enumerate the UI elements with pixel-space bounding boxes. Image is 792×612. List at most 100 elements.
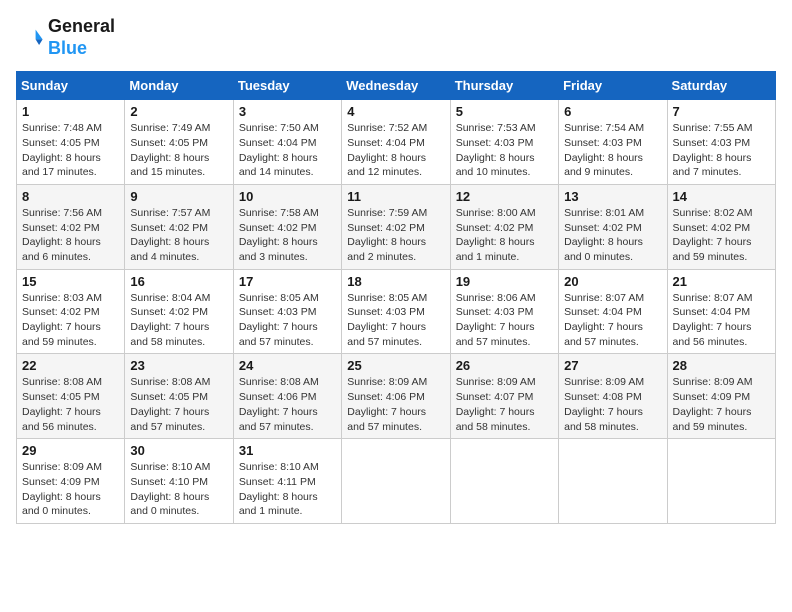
calendar-cell: 19 Sunrise: 8:06 AM Sunset: 4:03 PM Dayl… (450, 269, 558, 354)
day-info: Sunrise: 8:09 AM Sunset: 4:08 PM Dayligh… (564, 375, 661, 434)
day-number: 7 (673, 104, 770, 119)
day-number: 11 (347, 189, 444, 204)
calendar-cell: 13 Sunrise: 8:01 AM Sunset: 4:02 PM Dayl… (559, 184, 667, 269)
calendar-week-row: 29 Sunrise: 8:09 AM Sunset: 4:09 PM Dayl… (17, 439, 776, 524)
calendar-col-header: Monday (125, 72, 233, 100)
day-info: Sunrise: 8:03 AM Sunset: 4:02 PM Dayligh… (22, 291, 119, 350)
day-number: 14 (673, 189, 770, 204)
calendar-col-header: Saturday (667, 72, 775, 100)
calendar-cell: 28 Sunrise: 8:09 AM Sunset: 4:09 PM Dayl… (667, 354, 775, 439)
calendar-cell: 12 Sunrise: 8:00 AM Sunset: 4:02 PM Dayl… (450, 184, 558, 269)
day-number: 15 (22, 274, 119, 289)
day-number: 18 (347, 274, 444, 289)
calendar-cell: 27 Sunrise: 8:09 AM Sunset: 4:08 PM Dayl… (559, 354, 667, 439)
day-number: 16 (130, 274, 227, 289)
day-number: 27 (564, 358, 661, 373)
calendar-cell: 11 Sunrise: 7:59 AM Sunset: 4:02 PM Dayl… (342, 184, 450, 269)
day-number: 3 (239, 104, 336, 119)
day-number: 12 (456, 189, 553, 204)
day-info: Sunrise: 8:08 AM Sunset: 4:05 PM Dayligh… (130, 375, 227, 434)
day-info: Sunrise: 8:07 AM Sunset: 4:04 PM Dayligh… (673, 291, 770, 350)
day-info: Sunrise: 8:07 AM Sunset: 4:04 PM Dayligh… (564, 291, 661, 350)
day-number: 17 (239, 274, 336, 289)
day-number: 20 (564, 274, 661, 289)
day-number: 21 (673, 274, 770, 289)
calendar-cell: 25 Sunrise: 8:09 AM Sunset: 4:06 PM Dayl… (342, 354, 450, 439)
calendar-cell: 8 Sunrise: 7:56 AM Sunset: 4:02 PM Dayli… (17, 184, 125, 269)
calendar-cell: 26 Sunrise: 8:09 AM Sunset: 4:07 PM Dayl… (450, 354, 558, 439)
calendar-cell: 7 Sunrise: 7:55 AM Sunset: 4:03 PM Dayli… (667, 100, 775, 185)
day-info: Sunrise: 8:09 AM Sunset: 4:07 PM Dayligh… (456, 375, 553, 434)
calendar-cell: 23 Sunrise: 8:08 AM Sunset: 4:05 PM Dayl… (125, 354, 233, 439)
calendar-cell: 29 Sunrise: 8:09 AM Sunset: 4:09 PM Dayl… (17, 439, 125, 524)
calendar-col-header: Tuesday (233, 72, 341, 100)
calendar-cell (342, 439, 450, 524)
day-number: 10 (239, 189, 336, 204)
calendar-cell: 24 Sunrise: 8:08 AM Sunset: 4:06 PM Dayl… (233, 354, 341, 439)
calendar-week-row: 15 Sunrise: 8:03 AM Sunset: 4:02 PM Dayl… (17, 269, 776, 354)
day-info: Sunrise: 7:49 AM Sunset: 4:05 PM Dayligh… (130, 121, 227, 180)
day-number: 25 (347, 358, 444, 373)
day-info: Sunrise: 8:05 AM Sunset: 4:03 PM Dayligh… (347, 291, 444, 350)
day-number: 6 (564, 104, 661, 119)
day-number: 1 (22, 104, 119, 119)
day-number: 5 (456, 104, 553, 119)
day-info: Sunrise: 8:10 AM Sunset: 4:10 PM Dayligh… (130, 460, 227, 519)
day-info: Sunrise: 7:48 AM Sunset: 4:05 PM Dayligh… (22, 121, 119, 180)
day-number: 30 (130, 443, 227, 458)
day-number: 28 (673, 358, 770, 373)
day-info: Sunrise: 8:05 AM Sunset: 4:03 PM Dayligh… (239, 291, 336, 350)
calendar-cell: 4 Sunrise: 7:52 AM Sunset: 4:04 PM Dayli… (342, 100, 450, 185)
day-info: Sunrise: 7:54 AM Sunset: 4:03 PM Dayligh… (564, 121, 661, 180)
calendar-cell: 2 Sunrise: 7:49 AM Sunset: 4:05 PM Dayli… (125, 100, 233, 185)
calendar-cell: 5 Sunrise: 7:53 AM Sunset: 4:03 PM Dayli… (450, 100, 558, 185)
day-info: Sunrise: 8:00 AM Sunset: 4:02 PM Dayligh… (456, 206, 553, 265)
calendar-cell: 21 Sunrise: 8:07 AM Sunset: 4:04 PM Dayl… (667, 269, 775, 354)
calendar-col-header: Sunday (17, 72, 125, 100)
logo: General Blue (16, 16, 115, 59)
day-number: 26 (456, 358, 553, 373)
day-number: 4 (347, 104, 444, 119)
day-info: Sunrise: 7:56 AM Sunset: 4:02 PM Dayligh… (22, 206, 119, 265)
calendar-cell: 17 Sunrise: 8:05 AM Sunset: 4:03 PM Dayl… (233, 269, 341, 354)
day-info: Sunrise: 8:09 AM Sunset: 4:09 PM Dayligh… (673, 375, 770, 434)
logo-text: General Blue (48, 16, 115, 59)
day-info: Sunrise: 7:52 AM Sunset: 4:04 PM Dayligh… (347, 121, 444, 180)
calendar-cell: 31 Sunrise: 8:10 AM Sunset: 4:11 PM Dayl… (233, 439, 341, 524)
calendar-header-row: SundayMondayTuesdayWednesdayThursdayFrid… (17, 72, 776, 100)
calendar-col-header: Thursday (450, 72, 558, 100)
day-info: Sunrise: 7:55 AM Sunset: 4:03 PM Dayligh… (673, 121, 770, 180)
day-info: Sunrise: 8:09 AM Sunset: 4:06 PM Dayligh… (347, 375, 444, 434)
calendar-cell: 9 Sunrise: 7:57 AM Sunset: 4:02 PM Dayli… (125, 184, 233, 269)
day-number: 24 (239, 358, 336, 373)
day-info: Sunrise: 7:59 AM Sunset: 4:02 PM Dayligh… (347, 206, 444, 265)
day-info: Sunrise: 8:08 AM Sunset: 4:06 PM Dayligh… (239, 375, 336, 434)
day-info: Sunrise: 7:58 AM Sunset: 4:02 PM Dayligh… (239, 206, 336, 265)
calendar-cell: 3 Sunrise: 7:50 AM Sunset: 4:04 PM Dayli… (233, 100, 341, 185)
calendar-col-header: Wednesday (342, 72, 450, 100)
calendar-cell: 18 Sunrise: 8:05 AM Sunset: 4:03 PM Dayl… (342, 269, 450, 354)
calendar-cell (450, 439, 558, 524)
day-number: 31 (239, 443, 336, 458)
calendar-cell: 14 Sunrise: 8:02 AM Sunset: 4:02 PM Dayl… (667, 184, 775, 269)
calendar-week-row: 1 Sunrise: 7:48 AM Sunset: 4:05 PM Dayli… (17, 100, 776, 185)
calendar-table: SundayMondayTuesdayWednesdayThursdayFrid… (16, 71, 776, 524)
day-info: Sunrise: 8:01 AM Sunset: 4:02 PM Dayligh… (564, 206, 661, 265)
calendar-col-header: Friday (559, 72, 667, 100)
day-info: Sunrise: 8:02 AM Sunset: 4:02 PM Dayligh… (673, 206, 770, 265)
day-number: 2 (130, 104, 227, 119)
calendar-cell: 20 Sunrise: 8:07 AM Sunset: 4:04 PM Dayl… (559, 269, 667, 354)
calendar-week-row: 22 Sunrise: 8:08 AM Sunset: 4:05 PM Dayl… (17, 354, 776, 439)
calendar-week-row: 8 Sunrise: 7:56 AM Sunset: 4:02 PM Dayli… (17, 184, 776, 269)
day-number: 13 (564, 189, 661, 204)
calendar-cell (667, 439, 775, 524)
day-number: 22 (22, 358, 119, 373)
day-number: 9 (130, 189, 227, 204)
day-info: Sunrise: 8:09 AM Sunset: 4:09 PM Dayligh… (22, 460, 119, 519)
day-number: 8 (22, 189, 119, 204)
calendar-cell: 15 Sunrise: 8:03 AM Sunset: 4:02 PM Dayl… (17, 269, 125, 354)
day-info: Sunrise: 8:04 AM Sunset: 4:02 PM Dayligh… (130, 291, 227, 350)
day-info: Sunrise: 8:08 AM Sunset: 4:05 PM Dayligh… (22, 375, 119, 434)
calendar-cell (559, 439, 667, 524)
day-number: 23 (130, 358, 227, 373)
